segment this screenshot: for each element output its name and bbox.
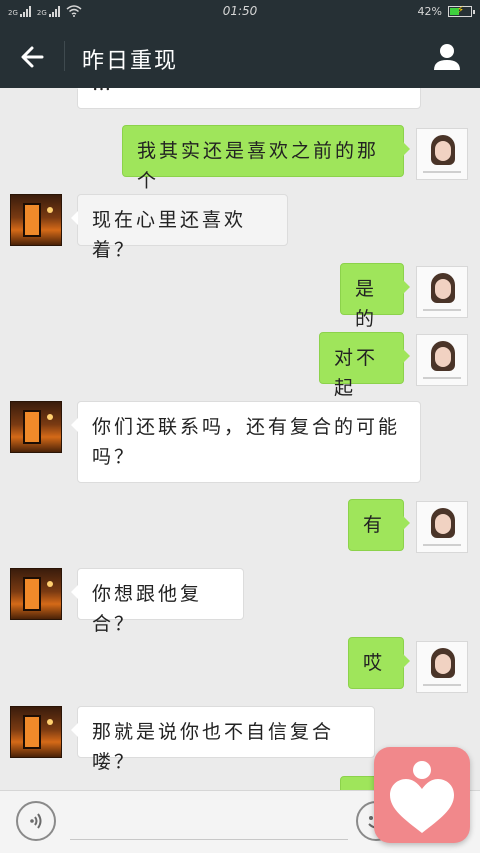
contact-avatar[interactable] (10, 706, 62, 758)
profile-button[interactable] (428, 38, 466, 76)
message-bubble-outgoing[interactable]: 哎 (348, 637, 410, 689)
status-bar: 2G 2G 01:50 42% ⚡ (0, 0, 480, 24)
chat-message-list[interactable]: … 我其实还是喜欢之前的那个 现在心里还喜欢着？ 是的 对不起 你们还联系吗，还… (0, 88, 480, 790)
contact-avatar[interactable] (10, 401, 62, 453)
battery-icon: ⚡ (448, 5, 475, 17)
my-avatar[interactable] (416, 501, 468, 553)
message-bubble-outgoing[interactable]: 有 (348, 499, 410, 551)
message-input[interactable] (70, 839, 348, 840)
contact-avatar[interactable] (10, 194, 62, 246)
message-bubble-incoming[interactable]: 你想跟他复合？ (71, 568, 244, 635)
message-bubble-outgoing[interactable]: 对不起 (319, 332, 410, 399)
my-avatar[interactable] (416, 641, 468, 693)
my-avatar[interactable] (416, 266, 468, 318)
message-bubble-incoming[interactable]: … (71, 88, 421, 109)
clock: 01:50 (222, 4, 258, 18)
person-icon (434, 44, 460, 70)
message-bubble-incoming[interactable]: 你们还联系吗，还有复合的可能吗？ (71, 401, 421, 483)
message-bubble-incoming[interactable]: 那就是说你也不自信复合喽？ (71, 706, 375, 773)
page-title: 昨日重现 (82, 49, 179, 74)
heart-person-icon (390, 761, 454, 833)
message-bubble-outgoing[interactable]: 我其实还是喜欢之前的那个 (122, 125, 410, 192)
back-button[interactable] (14, 38, 52, 76)
contact-avatar[interactable] (10, 568, 62, 620)
divider (64, 41, 65, 71)
message-bubble-outgoing[interactable]: 是的 (340, 263, 410, 330)
floating-heart-button[interactable] (374, 747, 470, 843)
my-avatar[interactable] (416, 128, 468, 180)
voice-icon (30, 813, 42, 829)
battery-percent: 42% (417, 5, 442, 18)
message-bubble-incoming[interactable]: 现在心里还喜欢着？ (71, 194, 288, 261)
arrow-left-icon (21, 46, 44, 68)
chat-header: 昨日重现 (0, 24, 480, 88)
my-avatar[interactable] (416, 334, 468, 386)
voice-button[interactable] (16, 801, 56, 841)
